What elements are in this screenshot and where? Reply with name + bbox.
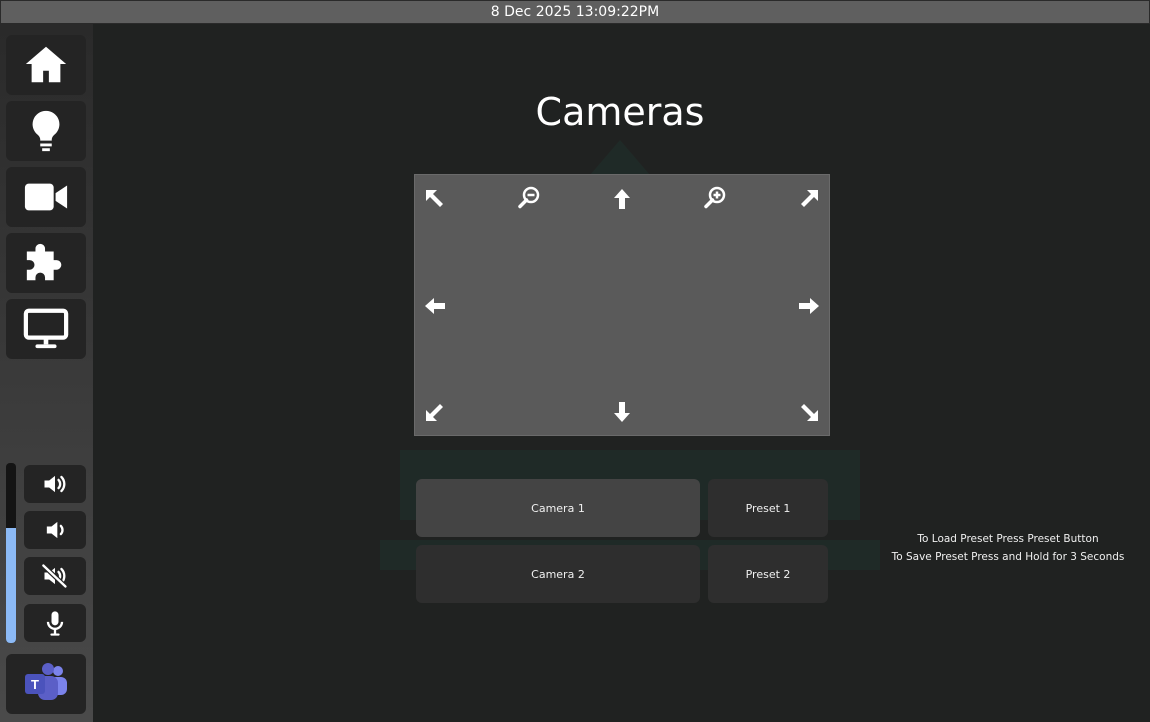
volume-level-fill: [6, 527, 16, 643]
nav-home-button[interactable]: [6, 35, 86, 95]
hint-load-preset: To Load Preset Press Preset Button: [917, 533, 1099, 545]
arrow-down-icon: [614, 402, 630, 422]
nav-cameras-button[interactable]: [6, 167, 86, 227]
lightbulb-icon: [32, 110, 60, 152]
microphone-button[interactable]: [24, 604, 86, 642]
arrow-left-icon: [425, 298, 445, 314]
volume-level-slider[interactable]: [6, 463, 16, 643]
datetime-display: 8 Dec 2025 13:09:22PM: [490, 4, 660, 20]
home-icon: [25, 46, 67, 83]
zoom-in-icon: [704, 186, 726, 209]
tilt-up-button[interactable]: [604, 181, 640, 217]
volume-down-button[interactable]: [24, 511, 86, 549]
arrow-down-right-icon: [801, 404, 818, 421]
zoom-out-icon: [518, 186, 540, 209]
pan-right-button[interactable]: [791, 288, 827, 324]
camera-2-button[interactable]: Camera 2: [416, 545, 700, 603]
arrow-right-icon: [799, 298, 819, 314]
video-camera-icon: [24, 183, 68, 211]
top-status-bar: 8 Dec 2025 13:09:22PM: [0, 0, 1150, 24]
page-title: Cameras: [535, 90, 705, 134]
mute-button[interactable]: [24, 557, 86, 595]
pan-down-left-button[interactable]: [417, 394, 453, 430]
nav-lighting-button[interactable]: [6, 101, 86, 161]
puzzle-icon: [26, 243, 62, 281]
arrow-down-left-icon: [426, 404, 443, 421]
ptz-control-panel: [414, 174, 830, 436]
volume-down-icon: [46, 521, 64, 539]
pan-down-right-button[interactable]: [791, 394, 827, 430]
arrow-up-right-icon: [801, 190, 818, 207]
teams-button[interactable]: T: [6, 654, 86, 714]
sidebar: T: [0, 24, 93, 722]
teams-letter: T: [31, 677, 39, 692]
microsoft-teams-icon: T: [25, 663, 67, 700]
pan-left-button[interactable]: [417, 288, 453, 324]
arrow-up-icon: [614, 189, 630, 209]
volume-up-icon: [44, 475, 66, 493]
zoom-out-button[interactable]: [511, 179, 547, 215]
tilt-down-button[interactable]: [604, 394, 640, 430]
nav-display-button[interactable]: [6, 299, 86, 359]
zoom-in-button[interactable]: [697, 179, 733, 215]
arrow-up-left-icon: [426, 190, 443, 207]
mute-icon: [41, 563, 68, 589]
preset-2-button[interactable]: Preset 2: [708, 545, 828, 603]
camera-1-button[interactable]: Camera 1: [416, 479, 700, 537]
pan-up-right-button[interactable]: [791, 181, 827, 217]
hint-save-preset: To Save Preset Press and Hold for 3 Seco…: [891, 551, 1125, 563]
monitor-icon: [23, 308, 69, 349]
preset-1-button[interactable]: Preset 1: [708, 479, 828, 537]
nav-extensions-button[interactable]: [6, 233, 86, 293]
pan-up-left-button[interactable]: [417, 181, 453, 217]
volume-up-button[interactable]: [24, 465, 86, 503]
microphone-icon: [46, 611, 64, 636]
